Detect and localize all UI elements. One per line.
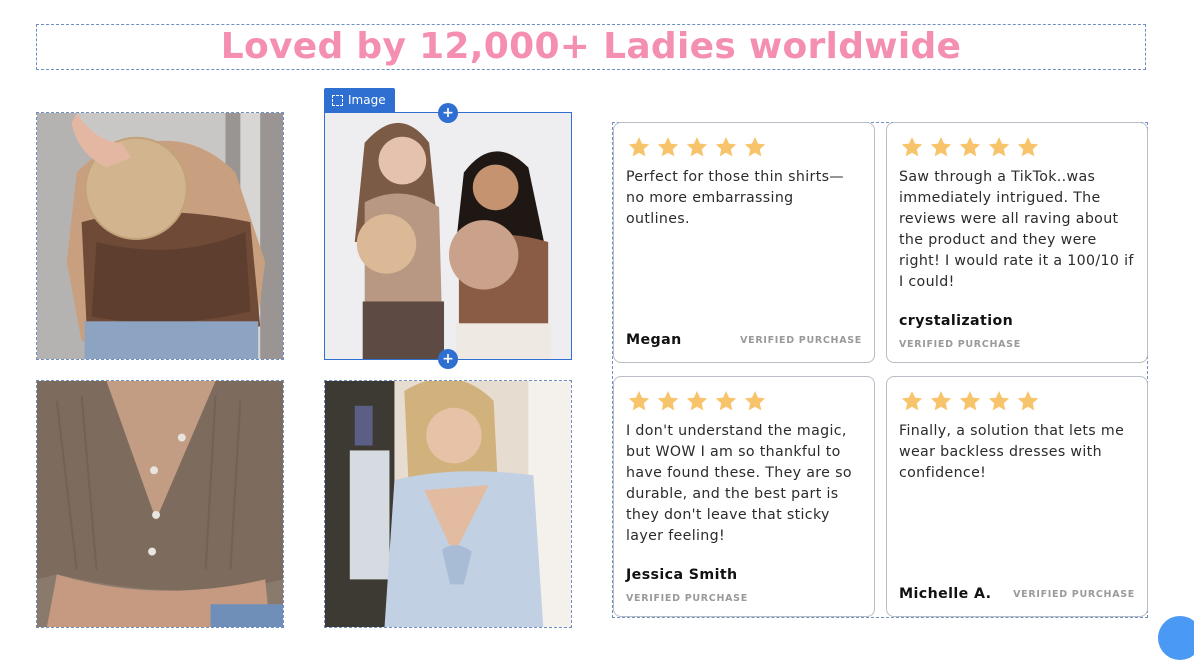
star-icon — [744, 391, 766, 411]
reviewer-name: crystalization — [899, 313, 1014, 329]
star-icon — [744, 137, 766, 157]
customer-photo-2-image — [325, 113, 571, 359]
star-icon — [715, 391, 737, 411]
star-icon — [988, 137, 1010, 157]
star-icon — [1017, 391, 1039, 411]
star-icon — [1017, 137, 1039, 157]
review-card: Perfect for those thin shirts—no more em… — [613, 122, 875, 363]
star-icon — [715, 137, 737, 157]
star-rating — [626, 389, 862, 413]
reviewer-name: Jessica Smith — [626, 567, 738, 583]
customer-photo-3-image — [37, 381, 283, 627]
add-below-handle[interactable]: + — [438, 349, 458, 369]
review-footer: crystalization VERIFIED PURCHASE — [899, 310, 1135, 350]
star-icon — [901, 391, 923, 411]
review-card: Saw through a TikTok..was immediately in… — [886, 122, 1148, 363]
star-icon — [686, 391, 708, 411]
chat-launcher-button[interactable] — [1158, 616, 1194, 660]
star-rating — [899, 135, 1135, 159]
review-card: Finally, a solution that lets me wear ba… — [886, 376, 1148, 617]
star-icon — [657, 137, 679, 157]
reviewer-name: Megan — [626, 332, 682, 348]
review-footer: Megan VERIFIED PURCHASE — [626, 332, 862, 348]
star-icon — [930, 391, 952, 411]
customer-photo-1[interactable] — [36, 112, 284, 360]
heading-container: Loved by 12,000+ Ladies worldwide — [36, 24, 1146, 70]
star-icon — [657, 391, 679, 411]
star-rating — [626, 135, 862, 159]
star-icon — [930, 137, 952, 157]
review-card: I don't understand the magic, but WOW I … — [613, 376, 875, 617]
image-widget-tag[interactable]: Image — [324, 88, 395, 112]
star-rating — [899, 389, 1135, 413]
customer-photo-2[interactable] — [324, 112, 572, 360]
review-footer: Michelle A. VERIFIED PURCHASE — [899, 586, 1135, 602]
customer-photo-4-image — [325, 381, 571, 627]
star-icon — [959, 391, 981, 411]
customer-photo-4[interactable] — [324, 380, 572, 628]
star-icon — [988, 391, 1010, 411]
star-icon — [959, 137, 981, 157]
verified-badge: VERIFIED PURCHASE — [740, 334, 862, 346]
reviewer-name: Michelle A. — [899, 586, 992, 602]
review-text: I don't understand the magic, but WOW I … — [626, 423, 852, 544]
star-icon — [628, 391, 650, 411]
customer-photo-3[interactable] — [36, 380, 284, 628]
star-icon — [901, 137, 923, 157]
review-text: Saw through a TikTok..was immediately in… — [899, 169, 1134, 290]
verified-badge: VERIFIED PURCHASE — [1013, 588, 1135, 600]
verified-badge: VERIFIED PURCHASE — [899, 339, 1021, 350]
image-tag-label: Image — [348, 93, 386, 107]
star-icon — [628, 137, 650, 157]
expand-icon — [332, 94, 343, 106]
add-above-handle[interactable]: + — [438, 103, 458, 123]
review-footer: Jessica Smith VERIFIED PURCHASE — [626, 564, 862, 604]
star-icon — [686, 137, 708, 157]
page-title: Loved by 12,000+ Ladies worldwide — [220, 26, 962, 67]
verified-badge: VERIFIED PURCHASE — [626, 593, 748, 604]
review-text: Perfect for those thin shirts—no more em… — [626, 169, 844, 227]
customer-photo-1-image — [37, 113, 283, 359]
review-text: Finally, a solution that lets me wear ba… — [899, 423, 1125, 481]
